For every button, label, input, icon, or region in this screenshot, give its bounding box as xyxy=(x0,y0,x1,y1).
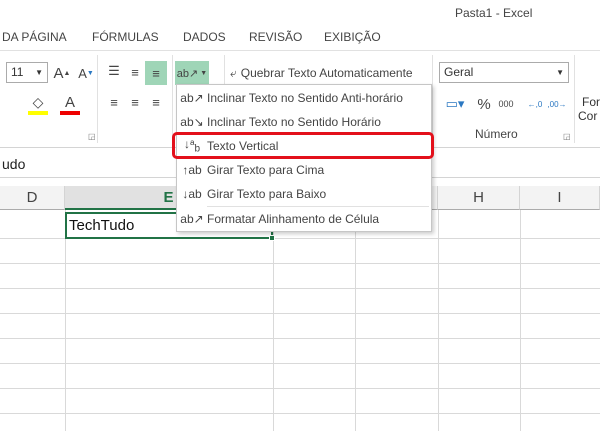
font-size-dropdown[interactable]: 11 ▼ xyxy=(6,62,48,83)
column-header-i[interactable]: I xyxy=(520,186,600,210)
orientation-icon: ab↗ xyxy=(177,67,198,80)
wrap-text-label: Quebrar Texto Automaticamente xyxy=(241,66,413,80)
ribbon-tabs: DA PÁGINA FÓRMULAS DADOS REVISÃO EXIBIÇÃ… xyxy=(0,25,600,50)
wrap-text-button[interactable]: ⤶ Quebrar Texto Automaticamente xyxy=(230,63,413,83)
orientation-button[interactable]: ab↗▼ xyxy=(175,61,209,85)
menu-item-rotate-up[interactable]: ↑abGirar Texto para Cima xyxy=(177,158,431,182)
tab-review[interactable]: REVISÃO xyxy=(249,30,302,44)
align-middle-icon[interactable]: ≡ xyxy=(126,63,144,81)
menu-item-format-alignment[interactable]: ab↗Formatar Alinhamento de Célula xyxy=(177,207,431,231)
angle-counterclockwise-icon: ab↗ xyxy=(177,91,207,105)
font-size-value: 11 xyxy=(11,65,23,79)
chevron-down-icon: ▼ xyxy=(35,68,43,77)
window-title: Pasta1 - Excel xyxy=(455,6,532,20)
shrink-font-icon[interactable]: A▼ xyxy=(78,63,94,83)
number-format-dropdown[interactable]: Geral ▼ xyxy=(439,62,569,83)
title-bar: Pasta1 - Excel xyxy=(0,0,600,25)
fill-color-icon[interactable]: ◇ xyxy=(28,93,48,115)
tab-data[interactable]: DADOS xyxy=(183,30,226,44)
increase-decimal-icon[interactable]: ←,0 xyxy=(526,93,544,115)
number-group-label: Número xyxy=(475,127,518,141)
menu-item-label: Inclinar Texto no Sentido Horário xyxy=(207,115,381,129)
angle-clockwise-icon: ab↘ xyxy=(177,115,207,129)
menu-item-angle-counterclockwise[interactable]: ab↗Inclinar Texto no Sentido Anti-horári… xyxy=(177,86,431,110)
chevron-down-icon: ▼ xyxy=(200,70,207,77)
fill-handle[interactable] xyxy=(269,235,275,241)
menu-item-label: Inclinar Texto no Sentido Anti-horário xyxy=(207,91,403,105)
conditional-format-label-1[interactable]: For xyxy=(582,95,600,109)
font-color-icon[interactable]: A xyxy=(60,93,80,115)
menu-item-label: Formatar Alinhamento de Célula xyxy=(207,212,379,226)
menu-item-angle-clockwise[interactable]: ab↘Inclinar Texto no Sentido Horário xyxy=(177,110,431,134)
dialog-launcher-icon[interactable]: ◲ xyxy=(88,132,96,141)
grow-font-icon[interactable]: A▲ xyxy=(54,63,70,83)
menu-item-rotate-down[interactable]: ↓abGirar Texto para Baixo xyxy=(177,182,431,206)
tab-page-layout[interactable]: DA PÁGINA xyxy=(2,30,67,44)
formula-bar-value: udo xyxy=(2,156,25,172)
tab-view[interactable]: EXIBIÇÃO xyxy=(324,30,381,44)
highlight-annotation xyxy=(172,132,434,159)
chevron-down-icon: ▼ xyxy=(556,68,564,77)
align-left-icon[interactable]: ≡ xyxy=(105,93,123,111)
wrap-text-icon: ⤶ xyxy=(230,66,237,81)
align-top-icon[interactable]: ☰ xyxy=(105,63,123,79)
column-header-h[interactable]: H xyxy=(438,186,520,210)
align-bottom-icon[interactable]: ≡ xyxy=(145,61,167,85)
conditional-format-label-2[interactable]: Cor xyxy=(578,109,597,123)
tab-formulas[interactable]: FÓRMULAS xyxy=(92,30,159,44)
number-format-value: Geral xyxy=(444,65,473,79)
rotate-down-icon: ↓ab xyxy=(177,187,207,201)
menu-item-label: Girar Texto para Baixo xyxy=(207,187,326,201)
thousands-button[interactable]: 000 xyxy=(496,93,516,115)
align-center-icon[interactable]: ≡ xyxy=(126,93,144,111)
format-alignment-icon: ab↗ xyxy=(177,212,207,226)
dialog-launcher-icon[interactable]: ◲ xyxy=(563,132,571,141)
column-header-d[interactable]: D xyxy=(0,186,65,210)
percent-button[interactable]: % xyxy=(476,93,492,115)
decrease-decimal-icon[interactable]: ,00→ xyxy=(548,93,566,115)
menu-item-label: Girar Texto para Cima xyxy=(207,163,324,177)
rotate-up-icon: ↑ab xyxy=(177,163,207,177)
align-right-icon[interactable]: ≡ xyxy=(147,93,165,111)
accounting-format-icon[interactable]: ▭▾ xyxy=(440,93,470,115)
